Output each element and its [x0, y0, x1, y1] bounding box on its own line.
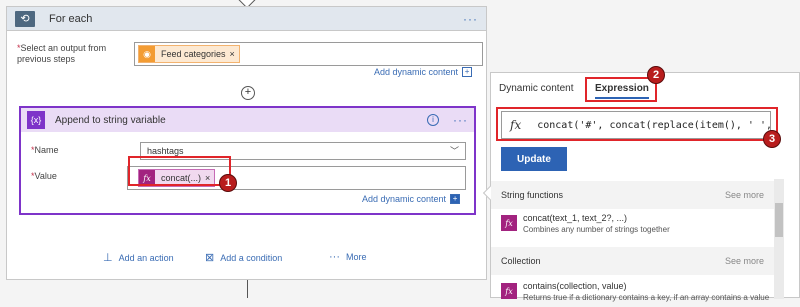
foreach-header[interactable]: ⟲ For each ···: [7, 7, 486, 31]
update-button[interactable]: Update: [501, 147, 567, 171]
add-dynamic-icon: +: [450, 194, 461, 204]
add-condition-icon: ⊠: [205, 252, 215, 264]
section-title: String functions: [501, 190, 564, 200]
name-label-text: Name: [34, 145, 59, 155]
append-variable-header[interactable]: {x} Append to string variable i ···: [21, 108, 474, 132]
function-item-concat[interactable]: fx concat(text_1, text_2?, ...) Combines…: [501, 209, 771, 239]
append-add-dynamic-content[interactable]: Add dynamic content +: [362, 194, 461, 204]
name-label: *Name: [31, 145, 59, 155]
callout-1: 1: [219, 174, 237, 192]
add-dynamic-label: Add dynamic content: [374, 67, 459, 77]
token-remove-icon[interactable]: ×: [230, 49, 239, 59]
highlight-box-3: [496, 107, 778, 141]
foreach-menu-button[interactable]: ···: [463, 12, 478, 26]
select-output-label: *Select an output from previous steps: [17, 43, 107, 64]
panel-scrollbar[interactable]: [774, 179, 784, 299]
function-name: concat(text_1, text_2?, ...): [523, 213, 628, 223]
append-variable-card: {x} Append to string variable i ··· *Nam…: [19, 106, 476, 215]
add-dynamic-icon: +: [462, 67, 473, 77]
dynamic-content-panel: Dynamic content Expression fx concat('#'…: [482, 72, 800, 302]
rss-icon: ◉: [139, 46, 155, 62]
add-condition-label: Add a condition: [220, 252, 283, 263]
select-output-field[interactable]: ◉ Feed categories ×: [134, 42, 483, 66]
collection-section: Collection See more: [491, 247, 774, 275]
collection-see-more[interactable]: See more: [725, 256, 764, 266]
foreach-add-dynamic-content[interactable]: Add dynamic content +: [374, 67, 473, 77]
chevron-down-icon: ﹀: [449, 146, 459, 156]
feed-categories-token[interactable]: ◉ Feed categories ×: [138, 45, 240, 63]
foreach-title: For each: [49, 12, 93, 25]
highlight-box-2: [585, 77, 657, 102]
fx-icon: fx: [501, 215, 517, 231]
add-action-label: Add an action: [118, 252, 174, 263]
info-icon[interactable]: i: [427, 114, 439, 126]
fx-icon: fx: [501, 283, 517, 299]
panel-scroll-thumb[interactable]: [775, 203, 783, 237]
function-description: Combines any number of strings together: [523, 225, 670, 234]
append-variable-title: Append to string variable: [55, 114, 166, 126]
loop-icon: ⟲: [15, 10, 35, 27]
bottom-connector-line: [247, 280, 248, 298]
more-icon: ···: [329, 251, 340, 263]
add-dynamic-label: Add dynamic content: [362, 194, 447, 204]
more-label: More: [346, 252, 367, 262]
token-label: Feed categories: [161, 49, 226, 59]
more-button[interactable]: ··· More: [329, 251, 367, 263]
function-item-contains[interactable]: fx contains(collection, value) Returns t…: [501, 277, 771, 307]
string-functions-see-more[interactable]: See more: [725, 190, 764, 200]
foreach-card: ⟲ For each ··· *Select an output from pr…: [6, 6, 487, 280]
append-menu-button[interactable]: ···: [453, 113, 468, 127]
section-title: Collection: [501, 256, 541, 266]
add-action-icon: ⊥: [103, 252, 113, 264]
function-name: contains(collection, value): [523, 281, 627, 291]
value-label-text: Value: [34, 171, 57, 181]
add-action-button[interactable]: ⊥ Add an action: [103, 251, 174, 264]
callout-3: 3: [763, 130, 781, 148]
add-condition-button[interactable]: ⊠ Add a condition: [205, 251, 282, 264]
highlight-box-1: [128, 156, 231, 186]
tab-dynamic-content[interactable]: Dynamic content: [499, 83, 573, 94]
callout-2: 2: [647, 66, 665, 84]
string-functions-section: String functions See more: [491, 181, 774, 209]
select-output-label-text: Select an output from previous steps: [17, 43, 107, 64]
variable-icon: {x}: [27, 111, 45, 129]
name-value: hashtags: [147, 146, 184, 156]
add-step-button[interactable]: +: [241, 86, 255, 100]
value-label: *Value: [31, 171, 57, 181]
